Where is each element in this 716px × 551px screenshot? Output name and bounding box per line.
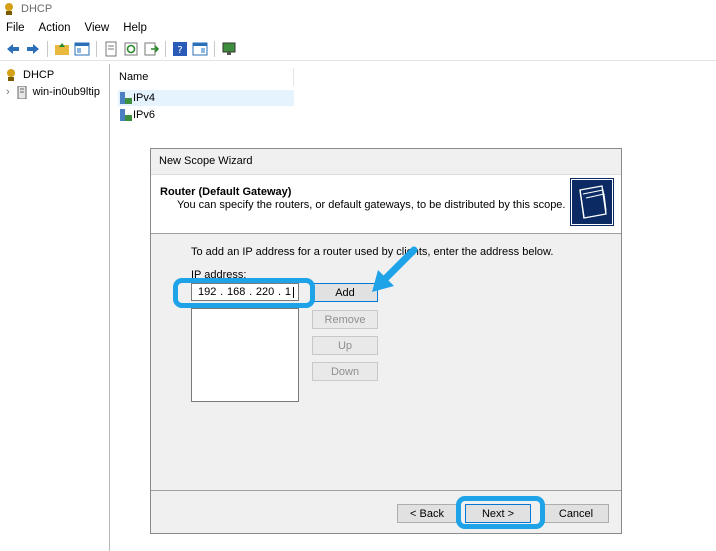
wizard-title: New Scope Wizard — [159, 155, 253, 167]
menu-bar: File Action View Help — [0, 19, 154, 37]
export-list-icon[interactable] — [143, 41, 159, 57]
remove-button[interactable]: Remove — [312, 310, 378, 329]
down-button[interactable]: Down — [312, 362, 378, 381]
new-scope-wizard-dialog: New Scope Wizard Router (Default Gateway… — [150, 148, 622, 534]
wizard-logo — [570, 178, 614, 226]
toolbar-separator — [165, 41, 166, 57]
wizard-heading: Router (Default Gateway) — [160, 186, 292, 198]
server-icon — [17, 85, 27, 99]
folders-icon — [579, 185, 607, 219]
up-folder-icon[interactable] — [54, 41, 70, 57]
monitor-icon[interactable] — [221, 41, 237, 57]
properties-icon[interactable] — [103, 41, 119, 57]
column-header-name[interactable]: Name — [116, 68, 294, 86]
svg-text:?: ? — [177, 45, 182, 56]
wizard-subheading: You can specify the routers, or default … — [177, 199, 566, 211]
show-action-pane-icon[interactable] — [192, 41, 208, 57]
menu-action[interactable]: Action — [32, 22, 78, 34]
list-item-ipv6-label: IPv6 — [133, 109, 156, 121]
wizard-header: Router (Default Gateway) You can specify… — [151, 174, 621, 234]
tree-item-dhcp-label: DHCP — [23, 69, 55, 81]
menu-view[interactable]: View — [78, 22, 117, 34]
menu-help[interactable]: Help — [116, 22, 154, 34]
list-item-ipv4-label: IPv4 — [133, 92, 156, 104]
list-item-ipv6[interactable]: IPv6 — [118, 107, 155, 123]
tree-item-server-label: win-in0ub9ltip — [32, 86, 100, 98]
pointer-arrow-icon — [372, 246, 418, 292]
window-titlebar: DHCP — [0, 0, 716, 18]
next-button-highlight — [456, 496, 545, 529]
router-address-list[interactable] — [191, 308, 299, 402]
cancel-button[interactable]: Cancel — [543, 504, 609, 523]
toolbar: ? — [0, 38, 716, 61]
tree-item-server[interactable]: › win-in0ub9ltip — [6, 84, 100, 100]
ipv4-icon — [120, 91, 132, 104]
help-icon[interactable]: ? — [172, 41, 188, 57]
window-title: DHCP — [21, 3, 53, 15]
back-button[interactable]: < Back — [397, 504, 457, 523]
chevron-right-icon[interactable]: › — [6, 86, 10, 98]
toolbar-separator — [214, 41, 215, 57]
toolbar-separator — [96, 41, 97, 57]
ipv6-icon — [120, 108, 132, 121]
tree-item-dhcp[interactable]: DHCP — [4, 67, 54, 83]
forward-arrow-icon[interactable] — [25, 41, 41, 57]
back-arrow-icon[interactable] — [5, 41, 21, 57]
list-item-ipv4[interactable]: IPv4 — [118, 90, 294, 106]
console-tree: DHCP › win-in0ub9ltip — [0, 64, 110, 551]
menu-file[interactable]: File — [0, 22, 32, 34]
dhcp-icon — [7, 69, 15, 81]
refresh-icon[interactable] — [123, 41, 139, 57]
wizard-footer: < Back Next > Cancel — [151, 490, 621, 533]
show-hide-tree-icon[interactable] — [74, 41, 90, 57]
dhcp-app-icon — [5, 3, 13, 15]
up-button[interactable]: Up — [312, 336, 378, 355]
ip-input-highlight — [173, 278, 315, 308]
toolbar-separator — [47, 41, 48, 57]
